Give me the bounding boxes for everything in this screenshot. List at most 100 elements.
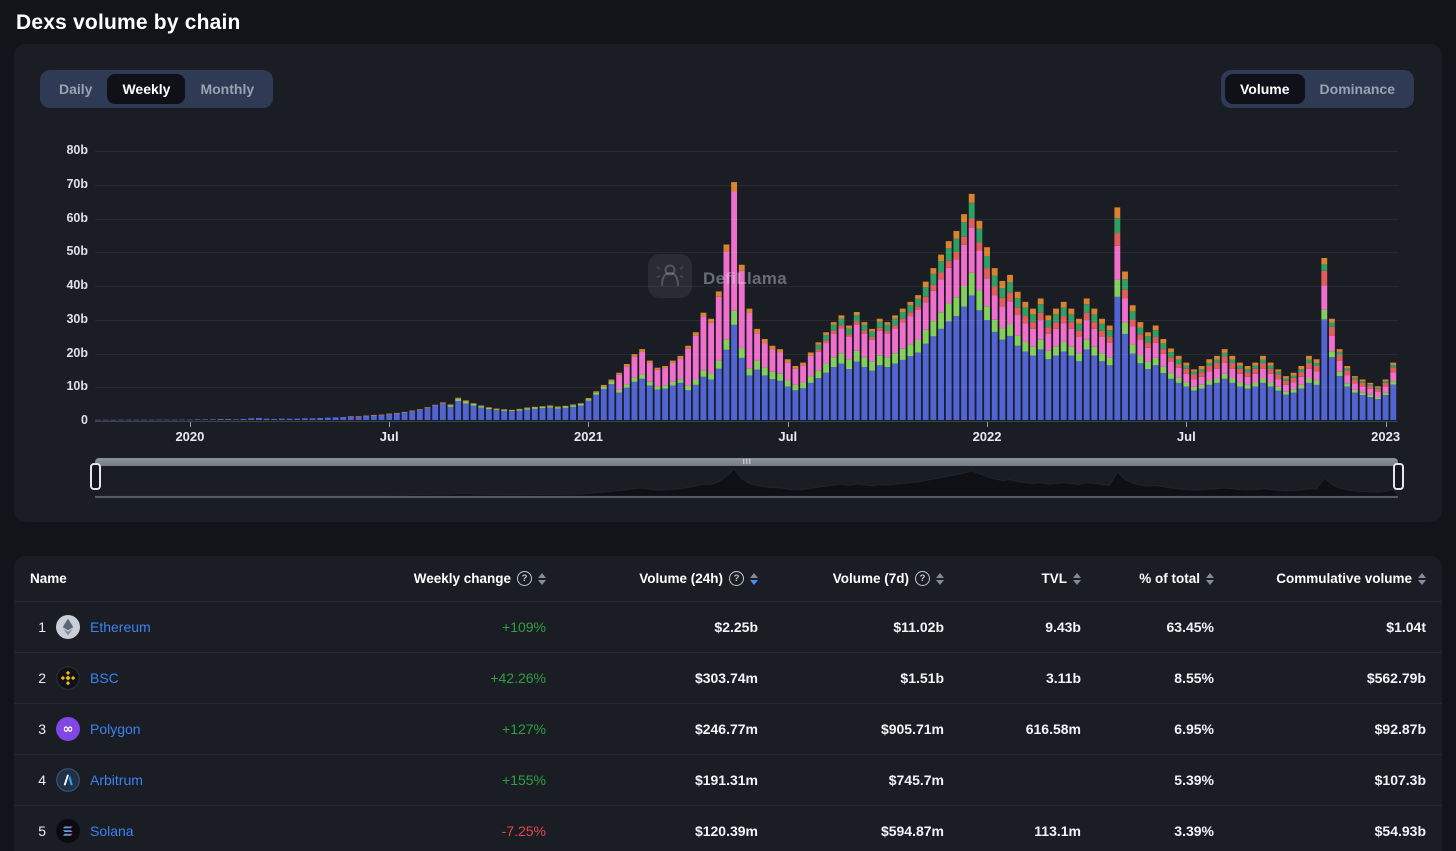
chain-link[interactable]: Solana xyxy=(90,823,134,839)
bar-segment xyxy=(1099,330,1105,337)
sort-arrows-icon[interactable] xyxy=(1073,572,1081,585)
bar-segment xyxy=(1367,397,1374,420)
sort-arrows-icon[interactable] xyxy=(1206,572,1214,585)
sort-arrows-icon[interactable] xyxy=(750,572,758,585)
volume-7d: $1.51b xyxy=(900,670,944,686)
bar-segment xyxy=(524,407,531,409)
bar-segment xyxy=(692,379,699,385)
bar-segment xyxy=(639,349,646,352)
bar-segment xyxy=(861,357,868,368)
column-header-volume-7d-[interactable]: Volume (7d)? xyxy=(758,571,944,586)
table-row-bsc[interactable]: 2 BSC +42.26% $303.74m $1.51b 3.11b 8.55% $562.… xyxy=(14,653,1442,704)
bar-segment xyxy=(1313,366,1320,372)
bar-segment xyxy=(968,272,975,296)
sort-arrows-icon[interactable] xyxy=(538,572,546,585)
bar-segment xyxy=(884,357,891,368)
bar-segment xyxy=(1053,314,1059,323)
gridline xyxy=(95,218,1398,220)
volume-7d: $11.02b xyxy=(893,619,944,635)
sort-arrows-icon[interactable] xyxy=(936,572,944,585)
bar-segment xyxy=(1298,388,1305,420)
bar-segment xyxy=(708,322,715,374)
bsc-icon xyxy=(56,666,80,690)
bar-segment xyxy=(493,409,500,411)
bar-segment xyxy=(1091,322,1098,329)
bar-segment xyxy=(754,360,761,370)
bar-segment xyxy=(570,405,577,407)
tab-dominance[interactable]: Dominance xyxy=(1305,74,1410,104)
bar-segment xyxy=(869,361,875,371)
bar-segment xyxy=(1060,323,1067,343)
bar-segment xyxy=(501,409,508,410)
tab-weekly[interactable]: Weekly xyxy=(107,74,186,104)
column-header-volume-24h-[interactable]: Volume (24h)? xyxy=(546,571,758,586)
table-row-polygon[interactable]: 3 ∞ Polygon +127% $246.77m $905.71m 616.58m 6.9… xyxy=(14,704,1442,755)
help-icon[interactable]: ? xyxy=(729,571,744,586)
bar-segment xyxy=(945,248,952,261)
bar-segment xyxy=(938,279,944,313)
bar-segment xyxy=(1260,368,1266,379)
chain-link[interactable]: Ethereum xyxy=(90,619,151,635)
brush-window[interactable] xyxy=(95,466,1398,498)
table-row-arbitrum[interactable]: 4 Arbitrum +155% $191.31m $745.7m 5.39% $107.3… xyxy=(14,755,1442,806)
bar-segment xyxy=(1022,307,1029,317)
bar-segment xyxy=(700,316,707,371)
bar-segment xyxy=(1260,378,1266,383)
bar-segment xyxy=(1290,377,1297,383)
chain-link[interactable]: Arbitrum xyxy=(90,772,143,788)
chain-link[interactable]: BSC xyxy=(90,670,119,686)
brush-handle-left[interactable] xyxy=(90,463,101,490)
bar-segment xyxy=(1244,376,1251,385)
bar-segment xyxy=(631,356,638,378)
bar-segment xyxy=(961,244,967,287)
brush-grip-icon[interactable] xyxy=(742,459,751,464)
bar-segment xyxy=(892,353,898,364)
bar-segment xyxy=(838,363,845,420)
tvl: 9.43b xyxy=(1045,619,1081,635)
table-row-solana[interactable]: 5 Solana -7.25% $120.39m $594.87m 113.1m 3.39%… xyxy=(14,806,1442,851)
bar-segment xyxy=(715,368,722,420)
table-row-ethereum[interactable]: 1 Ethereum +109% $2.25b $11.02b 9.43b 63.45% $1… xyxy=(14,602,1442,653)
bar-segment xyxy=(1298,366,1305,370)
help-icon[interactable]: ? xyxy=(915,571,930,586)
bar-segment xyxy=(991,319,998,332)
tab-daily[interactable]: Daily xyxy=(44,74,107,104)
chart-plot-area: DefiLlama 2020 Jul 2021 Jul 2022 Jul 2023 xyxy=(95,151,1400,444)
bar-segment xyxy=(1037,320,1044,340)
help-icon[interactable]: ? xyxy=(517,571,532,586)
bar-segment xyxy=(1206,359,1213,363)
bar-segment xyxy=(1099,323,1105,331)
bar-segment xyxy=(240,418,247,420)
bar-segment xyxy=(646,381,653,386)
column-header-weekly-change[interactable]: Weekly change? xyxy=(350,571,546,586)
column-header-tvl[interactable]: TVL xyxy=(944,571,1081,586)
bar-segment xyxy=(531,406,538,408)
bar-segment xyxy=(1022,342,1029,352)
bar-segment xyxy=(608,381,615,385)
chain-link[interactable]: Polygon xyxy=(90,721,141,737)
bar-segment xyxy=(1329,357,1335,420)
bar-segment xyxy=(677,355,684,359)
gridline xyxy=(95,353,1398,355)
column-header--of-total[interactable]: % of total xyxy=(1081,571,1214,586)
bar-segment xyxy=(1306,359,1312,363)
tab-volume[interactable]: Volume xyxy=(1225,74,1305,104)
interval-toggle: Daily Weekly Monthly xyxy=(40,70,274,108)
bar-segment xyxy=(1306,362,1312,369)
mode-toggle: Volume Dominance xyxy=(1221,70,1414,108)
time-range-brush[interactable] xyxy=(90,456,1404,500)
bar-segment xyxy=(1221,378,1228,420)
bar-segment xyxy=(593,392,600,395)
bar-segment xyxy=(1344,386,1351,420)
bar-segment xyxy=(1290,392,1297,420)
bar-segment xyxy=(1390,362,1397,365)
tab-monthly[interactable]: Monthly xyxy=(185,74,269,104)
brush-track[interactable] xyxy=(95,458,1398,466)
volume-7d: $745.7m xyxy=(888,772,944,788)
bar-segment xyxy=(1191,371,1197,375)
column-header-commulative-volume[interactable]: Commulative volume xyxy=(1214,571,1426,586)
bar-segment xyxy=(677,379,684,383)
bar-segment xyxy=(846,369,852,420)
sort-arrows-icon[interactable] xyxy=(1418,572,1426,585)
brush-handle-right[interactable] xyxy=(1393,463,1404,490)
